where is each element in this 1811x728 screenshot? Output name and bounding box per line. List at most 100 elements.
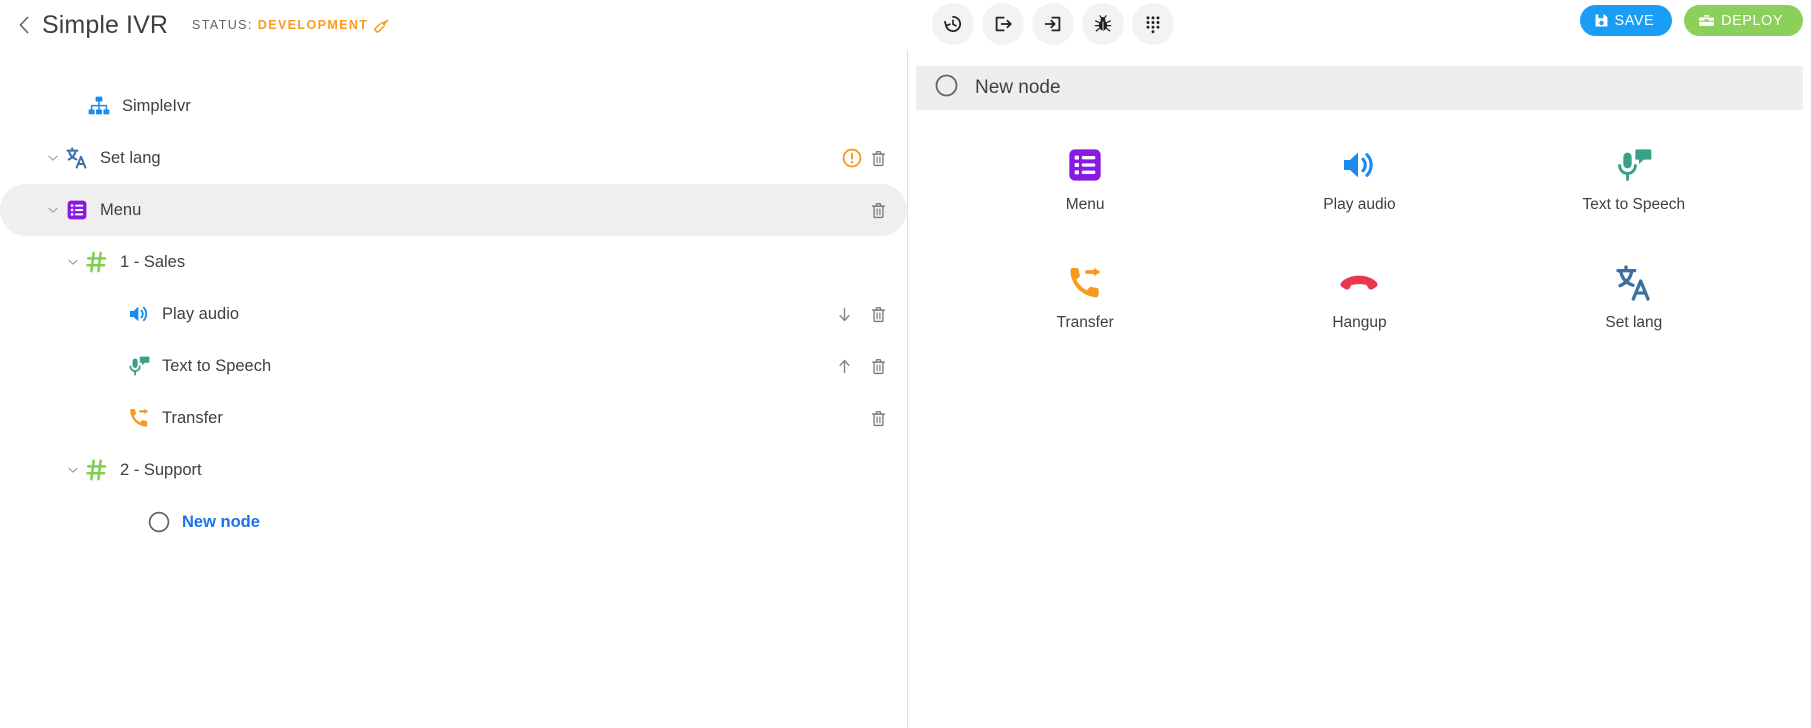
tree-row-label: 2 - Support bbox=[120, 461, 202, 480]
mic-speech-icon bbox=[127, 354, 151, 378]
hash-icon bbox=[84, 457, 110, 483]
palette-item-menu[interactable]: Menu bbox=[948, 144, 1222, 214]
phone-forward-icon bbox=[1065, 262, 1105, 304]
palette-item-transfer[interactable]: Transfer bbox=[948, 262, 1222, 332]
palette-item-set-lang[interactable]: Set lang bbox=[1497, 262, 1771, 332]
delete-button[interactable] bbox=[863, 299, 893, 329]
debug-button[interactable] bbox=[1082, 3, 1124, 45]
mic-speech-icon bbox=[1614, 144, 1654, 186]
move-up-button[interactable] bbox=[829, 351, 859, 381]
trash-icon bbox=[869, 409, 888, 428]
trash-icon bbox=[869, 149, 888, 168]
warning-icon bbox=[841, 147, 863, 169]
chevron-down-icon bbox=[66, 255, 80, 269]
mic-speech-icon bbox=[1614, 145, 1654, 185]
palette-item-text-to-speech[interactable]: Text to Speech bbox=[1497, 144, 1771, 214]
save-button[interactable]: SAVE bbox=[1580, 5, 1673, 36]
menu-list-icon bbox=[65, 198, 89, 222]
flow-tree: SimpleIvr Set lang Menu 1 - Sales Play audio… bbox=[0, 80, 907, 548]
palette-item-label: Hangup bbox=[1332, 314, 1386, 332]
tree-row[interactable]: SimpleIvr bbox=[0, 80, 907, 132]
tree-row[interactable]: Menu bbox=[0, 184, 907, 236]
tree-row[interactable]: New node bbox=[0, 496, 907, 548]
expand-chevron[interactable] bbox=[62, 459, 84, 481]
deploy-button[interactable]: DEPLOY bbox=[1684, 5, 1803, 36]
ivr-editor-app: Simple IVR STATUS: DEVELOPMENT bbox=[0, 0, 1811, 728]
palette-item-label: Menu bbox=[1066, 196, 1105, 214]
palette-item-label: Play audio bbox=[1323, 196, 1395, 214]
tree-row-label: SimpleIvr bbox=[122, 97, 191, 116]
tree-row-label: Text to Speech bbox=[162, 357, 271, 376]
top-bar: Simple IVR STATUS: DEVELOPMENT bbox=[0, 0, 1811, 50]
hangup-icon bbox=[1339, 263, 1379, 303]
import-button[interactable] bbox=[1032, 3, 1074, 45]
delete-button[interactable] bbox=[863, 143, 893, 173]
tree-row[interactable]: Play audio bbox=[0, 288, 907, 340]
back-button[interactable] bbox=[14, 12, 34, 38]
circle-outline-icon bbox=[147, 510, 171, 534]
phone-forward-icon bbox=[1065, 263, 1105, 303]
arrow-down-icon bbox=[836, 306, 853, 323]
expand-chevron[interactable] bbox=[42, 147, 64, 169]
export-button[interactable] bbox=[982, 3, 1024, 45]
hash-icon bbox=[84, 249, 110, 275]
chevron-down-icon bbox=[46, 151, 60, 165]
action-buttons: SAVE DEPLOY bbox=[1580, 5, 1803, 36]
delete-button[interactable] bbox=[863, 195, 893, 225]
page-title: Simple IVR bbox=[42, 11, 168, 40]
expand-chevron[interactable] bbox=[42, 199, 64, 221]
speaker-icon bbox=[1339, 145, 1379, 185]
delete-button[interactable] bbox=[863, 403, 893, 433]
palette-item-play-audio[interactable]: Play audio bbox=[1222, 144, 1496, 214]
chevron-down-icon bbox=[46, 203, 60, 217]
delete-button[interactable] bbox=[863, 351, 893, 381]
translate-icon bbox=[1614, 262, 1654, 304]
circle-outline-icon bbox=[146, 509, 172, 535]
status-badge: STATUS: DEVELOPMENT bbox=[192, 17, 390, 34]
node-detail-panel: New node Menu Play audio Text to Speech Tra… bbox=[908, 50, 1811, 728]
flow-tree-panel: SimpleIvr Set lang Menu 1 - Sales Play audio… bbox=[0, 50, 908, 728]
body-split: SimpleIvr Set lang Menu 1 - Sales Play audio… bbox=[0, 50, 1811, 728]
trash-icon bbox=[869, 305, 888, 324]
tree-row-label: Set lang bbox=[100, 149, 161, 168]
speaker-icon bbox=[126, 301, 152, 327]
warning-indicator[interactable] bbox=[841, 147, 863, 169]
status-value: DEVELOPMENT bbox=[258, 18, 369, 32]
palette-item-label: Transfer bbox=[1057, 314, 1114, 332]
tree-row[interactable]: Transfer bbox=[0, 392, 907, 444]
tree-row-label: 1 - Sales bbox=[120, 253, 185, 272]
tree-row[interactable]: 1 - Sales bbox=[0, 236, 907, 288]
speaker-icon bbox=[127, 302, 151, 326]
trash-icon bbox=[869, 201, 888, 220]
dialpad-button[interactable] bbox=[1132, 3, 1174, 45]
move-down-button[interactable] bbox=[829, 299, 859, 329]
speaker-icon bbox=[1339, 144, 1379, 186]
account-tree-icon bbox=[87, 94, 111, 118]
chevron-left-icon bbox=[18, 15, 30, 35]
tree-row-label: Menu bbox=[100, 201, 141, 220]
translate-icon bbox=[1614, 263, 1654, 303]
dialpad-icon bbox=[1143, 14, 1163, 34]
action-palette: Menu Play audio Text to Speech Transfer Hang… bbox=[908, 144, 1811, 332]
chevron-down-icon bbox=[66, 463, 80, 477]
palette-item-hangup[interactable]: Hangup bbox=[1222, 262, 1496, 332]
hammer-icon bbox=[373, 17, 390, 34]
palette-item-label: Text to Speech bbox=[1583, 196, 1686, 214]
history-button[interactable] bbox=[932, 3, 974, 45]
history-icon bbox=[942, 13, 964, 35]
tree-row[interactable]: Set lang bbox=[0, 132, 907, 184]
node-header: New node bbox=[916, 66, 1803, 110]
toolbar-icon-group bbox=[932, 3, 1174, 45]
hangup-icon bbox=[1339, 262, 1379, 304]
account-tree-icon bbox=[86, 93, 112, 119]
circle-outline-icon bbox=[934, 73, 959, 103]
hash-icon bbox=[85, 250, 109, 274]
bug-icon bbox=[1093, 14, 1113, 34]
expand-chevron[interactable] bbox=[62, 251, 84, 273]
tree-row[interactable]: 2 - Support bbox=[0, 444, 907, 496]
translate-icon bbox=[64, 145, 90, 171]
export-icon bbox=[992, 13, 1014, 35]
tree-row-label: Transfer bbox=[162, 409, 223, 428]
menu-list-icon bbox=[1065, 145, 1105, 185]
tree-row[interactable]: Text to Speech bbox=[0, 340, 907, 392]
